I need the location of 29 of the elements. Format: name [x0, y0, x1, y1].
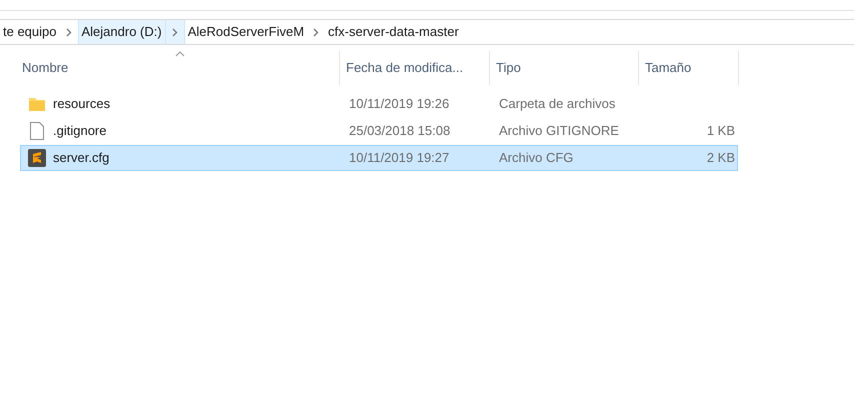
size-cell-text: 2 KB [706, 149, 735, 168]
type-cell-text: Archivo CFG [498, 149, 574, 168]
file-row[interactable]: server.cfg 10/11/2019 19:27 Archivo CFG 2 KB [20, 145, 738, 171]
file-name: .gitignore [53, 122, 106, 140]
date-cell-text: 10/11/2019 19:26 [348, 95, 450, 114]
sort-caret-icon [175, 51, 185, 57]
breadcrumb-item[interactable]: te equipo [0, 20, 60, 44]
file-row[interactable]: resources 10/11/2019 19:26 Carpeta de archivos [20, 91, 738, 117]
file-name: server.cfg [53, 149, 110, 168]
document-icon [30, 122, 44, 140]
folder-icon [29, 97, 45, 111]
breadcrumb-item[interactable]: Alejandro (D:) [78, 20, 166, 44]
breadcrumb-item[interactable]: cfx-server-data-master [325, 20, 462, 44]
date-cell-text: 10/11/2019 19:27 [348, 149, 450, 168]
type-cell-text: Archivo GITIGNORE [498, 122, 620, 140]
size-cell-text: 1 KB [706, 122, 735, 140]
column-header[interactable]: Nombre [22, 58, 68, 78]
file-name: resources [53, 95, 110, 114]
date-cell-text: 25/03/2018 15:08 [348, 122, 452, 140]
chevron-icon [66, 28, 72, 36]
column-header[interactable]: Tamaño [645, 58, 692, 78]
column-header[interactable]: Fecha de modifica... [346, 58, 464, 78]
chevron-icon [172, 28, 178, 36]
file-row[interactable]: .gitignore 25/03/2018 15:08 Archivo GITIGNORE 1 KB [20, 118, 738, 144]
column-header[interactable]: Tipo [496, 58, 521, 78]
type-cell-text: Carpeta de archivos [498, 95, 616, 114]
app-icon [28, 149, 46, 167]
chevron-icon [313, 28, 320, 36]
breadcrumb-item[interactable]: AleRodServerFiveM [184, 20, 308, 44]
